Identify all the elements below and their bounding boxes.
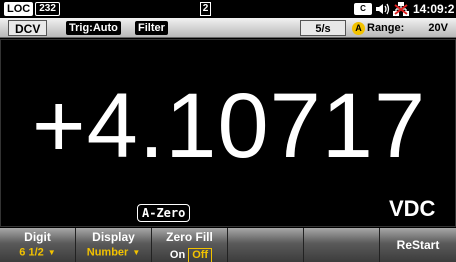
clock: 14:09:2: [413, 2, 455, 16]
auto-range-icon: A: [352, 21, 365, 35]
unit-label: VDC: [389, 196, 436, 221]
digit-softkey[interactable]: Digit 6 1/2 ▼: [0, 228, 76, 262]
speaker-icon: [376, 3, 390, 15]
lan-icon: [393, 2, 409, 16]
digit-label: Digit: [24, 230, 51, 244]
status-bar: LOC 232 2 C 14:09:2: [0, 0, 456, 18]
display-softkey[interactable]: Display Number ▼: [76, 228, 152, 262]
digit-value: 6 1/2 ▼: [19, 246, 56, 259]
softkey-bar: Digit 6 1/2 ▼ Display Number ▼ Zero Fill O…: [0, 228, 456, 262]
softkey-empty-5[interactable]: [304, 228, 380, 262]
remote-status: LOC 232: [4, 2, 60, 16]
restart-label: ReStart: [396, 238, 440, 252]
trigger-badge: Trig:Auto: [66, 21, 121, 35]
restart-softkey[interactable]: ReStart: [380, 228, 456, 262]
function-label: DCV: [8, 20, 48, 36]
display-label: Display: [92, 230, 135, 244]
sd-card-icon: C: [354, 3, 372, 15]
display-value: Number ▼: [86, 246, 141, 259]
zero-fill-toggle: On Off: [167, 245, 213, 262]
zero-fill-on: On: [169, 249, 186, 261]
loc-label: LOC: [4, 2, 34, 16]
softkey-empty-4[interactable]: [228, 228, 304, 262]
range-label: Range:: [367, 22, 405, 34]
filter-badge: Filter: [135, 21, 168, 35]
chevron-down-icon: ▼: [132, 248, 141, 257]
sample-rate: 5/s: [300, 20, 346, 36]
port-label: 232: [35, 2, 60, 16]
range-value: 20V: [428, 22, 448, 34]
zero-fill-off: Off: [188, 248, 213, 262]
chevron-down-icon: ▼: [47, 248, 56, 257]
zero-fill-softkey[interactable]: Zero Fill On Off: [152, 228, 228, 262]
range-indicator: A Range: 20V: [350, 20, 452, 36]
zero-fill-label: Zero Fill: [166, 230, 213, 244]
primary-reading: +4.10717: [31, 75, 427, 177]
page-indicator: 2: [200, 2, 211, 16]
auto-zero-badge: A-Zero: [137, 204, 191, 222]
mode-bar: DCV Trig:Auto Filter 5/s A Range: 20V: [0, 18, 456, 38]
measurement-display: +4.10717 A-Zero VDC: [0, 39, 456, 227]
